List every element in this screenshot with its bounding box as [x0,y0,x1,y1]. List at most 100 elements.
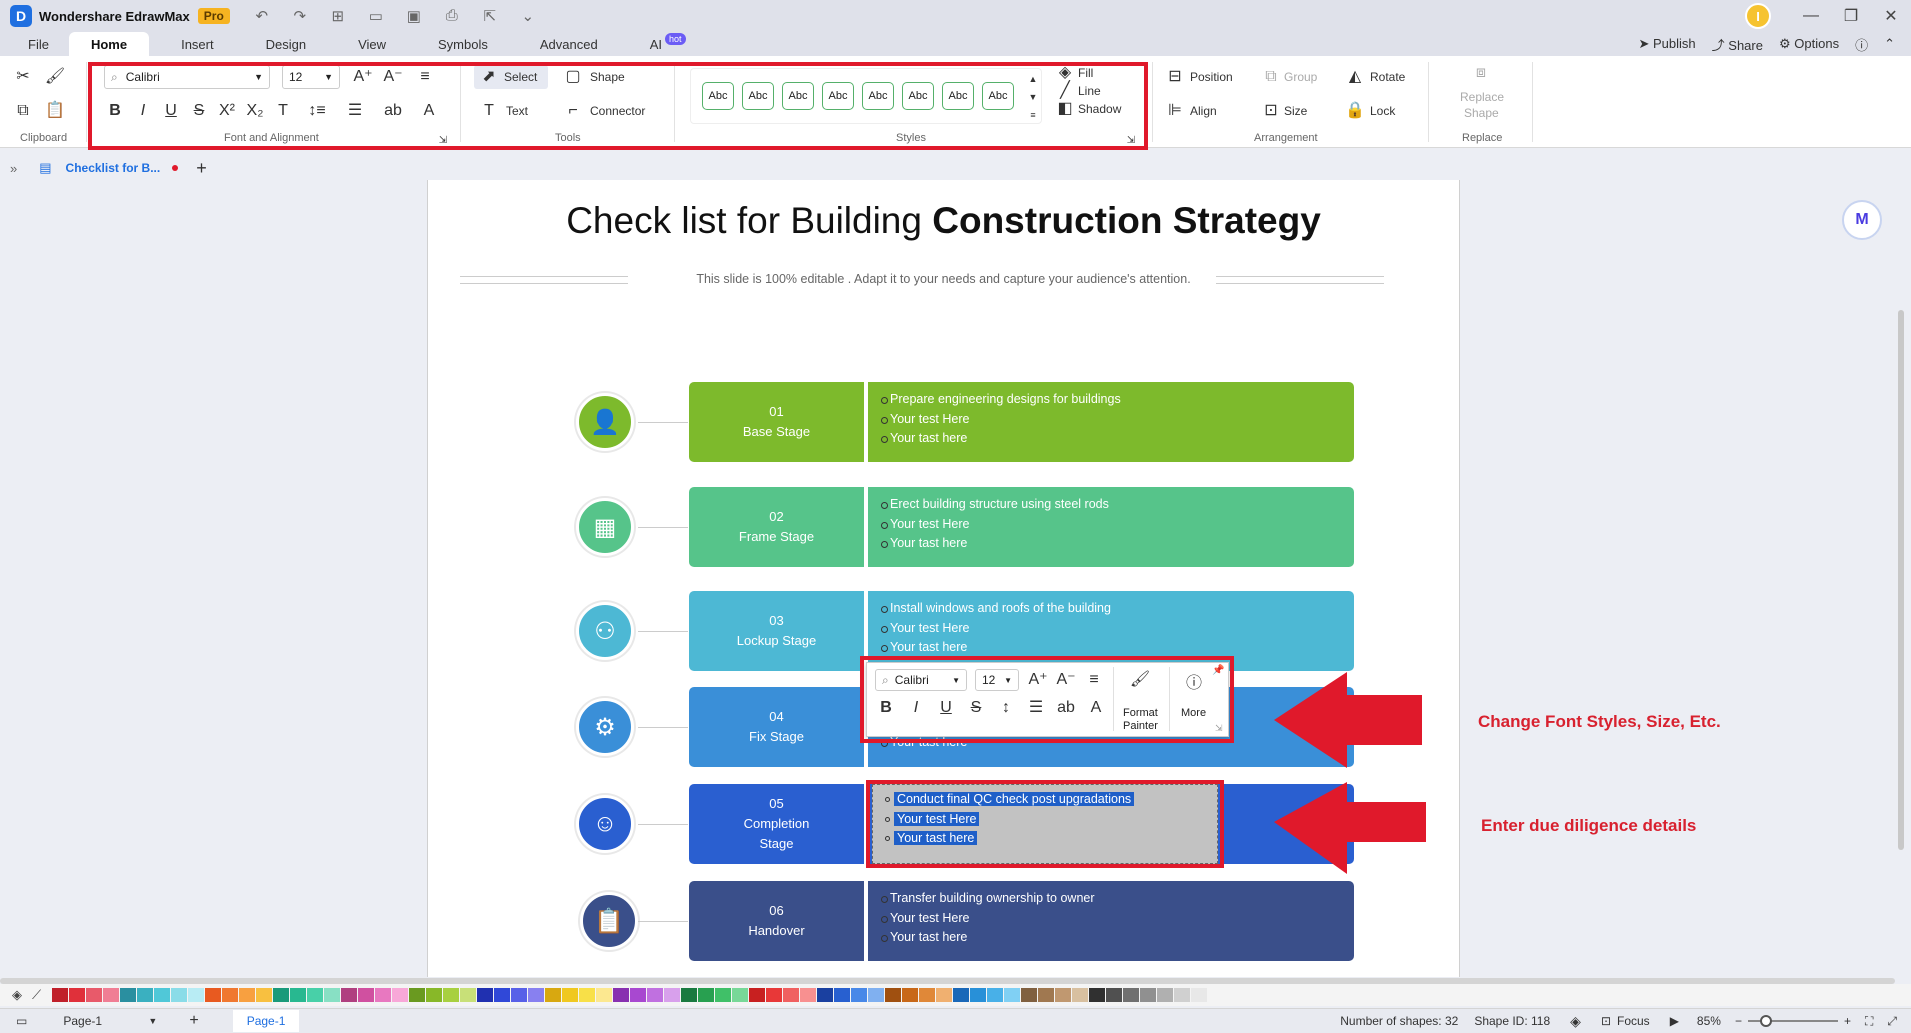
copy-icon[interactable]: ⧉ [12,100,34,122]
customize-quick-access-icon[interactable]: ⌄ [518,7,538,25]
tab-insert[interactable]: Insert [161,32,234,56]
color-swatch[interactable] [970,988,986,1002]
color-swatch[interactable] [205,988,221,1002]
position-icon[interactable]: ⊟ [1164,66,1186,88]
align-label[interactable]: Align [1190,104,1217,118]
color-swatch[interactable] [749,988,765,1002]
tab-design[interactable]: Design [246,32,326,56]
color-swatch[interactable] [307,988,323,1002]
tab-symbols[interactable]: Symbols [418,32,508,56]
color-swatch[interactable] [477,988,493,1002]
restore-icon[interactable]: ❐ [1831,6,1871,26]
color-swatch[interactable] [137,988,153,1002]
color-swatch[interactable] [528,988,544,1002]
blueprint-icon[interactable]: ▦ [576,498,634,556]
group-icon[interactable]: ⧉ [1260,66,1282,88]
stage-details-box[interactable]: Erect building structure using steel rod… [866,487,1354,567]
slide-title[interactable]: Check list for Building Construction Str… [428,200,1459,242]
color-swatch[interactable] [1004,988,1020,1002]
share-button[interactable]: ⤴ Share [1712,35,1763,54]
color-swatch[interactable] [800,988,816,1002]
cut-icon[interactable]: ✂ [12,66,34,88]
color-swatch[interactable] [1140,988,1156,1002]
collapse-ribbon-icon[interactable]: ⌃ [1884,36,1895,52]
color-swatch[interactable] [919,988,935,1002]
paste-icon[interactable]: 📋 [44,100,66,122]
color-swatch[interactable] [868,988,884,1002]
rotate-label[interactable]: Rotate [1370,70,1405,84]
color-swatch[interactable] [1021,988,1037,1002]
stage-label-box[interactable]: 05 Completion Stage [689,784,864,864]
export-icon[interactable]: ⇱ [480,7,500,25]
color-swatch[interactable] [375,988,391,1002]
ai-assistant-icon[interactable]: M [1842,200,1882,240]
expand-panel-icon[interactable]: » [10,161,17,176]
tab-file[interactable]: File [20,32,57,56]
color-swatch[interactable] [613,988,629,1002]
color-swatch[interactable] [715,988,731,1002]
stage-details-box[interactable]: Prepare engineering designs for building… [866,382,1354,462]
color-swatch[interactable] [494,988,510,1002]
color-swatch[interactable] [664,988,680,1002]
tab-advanced[interactable]: Advanced [520,32,618,56]
tab-view[interactable]: View [338,32,406,56]
tab-home[interactable]: Home [68,32,150,56]
color-swatch[interactable] [1157,988,1173,1002]
color-swatch[interactable] [460,988,476,1002]
color-swatch[interactable] [1038,988,1054,1002]
format-painter-icon[interactable]: 🖌 [44,66,66,88]
color-swatch[interactable] [273,988,289,1002]
size-label[interactable]: Size [1284,104,1307,118]
zoom-level[interactable]: 85% [1697,1014,1721,1028]
color-swatch[interactable] [256,988,272,1002]
color-swatch[interactable] [851,988,867,1002]
color-swatch[interactable] [358,988,374,1002]
new-file-icon[interactable]: ⊞ [328,7,348,25]
undo-icon[interactable]: ↶ [252,7,272,25]
color-swatch[interactable] [409,988,425,1002]
user-avatar[interactable]: I [1745,3,1771,29]
color-swatch[interactable] [1072,988,1088,1002]
replace-shape-label[interactable]: Replace [1460,90,1504,104]
color-swatch[interactable] [324,988,340,1002]
color-swatch[interactable] [171,988,187,1002]
align-objects-icon[interactable]: ⊫ [1164,100,1186,122]
color-swatch[interactable] [239,988,255,1002]
lock-label[interactable]: Lock [1370,104,1395,118]
color-swatch[interactable] [392,988,408,1002]
person-checklist-icon[interactable]: 👤 [576,393,634,451]
color-swatch[interactable] [987,988,1003,1002]
stage-label-box[interactable]: 02 Frame Stage [689,487,864,567]
color-swatch[interactable] [562,988,578,1002]
page-tab[interactable]: Page-1 [232,1010,300,1032]
rotate-icon[interactable]: ◭ [1344,66,1366,88]
print-icon[interactable]: ⎙ [442,7,462,25]
fit-page-icon[interactable]: ⛶ [1865,1014,1873,1029]
zoom-slider-thumb[interactable] [1759,1015,1772,1027]
color-swatch[interactable] [443,988,459,1002]
zoom-slider[interactable] [1747,1015,1838,1027]
stage-label-box[interactable]: 04 Fix Stage [689,687,864,767]
help-icon[interactable]: ⓘ [1855,35,1868,54]
color-swatch[interactable] [953,988,969,1002]
zoom-in-icon[interactable]: + [1844,1014,1851,1028]
slide-subtitle[interactable]: This slide is 100% editable . Adapt it t… [428,272,1459,286]
color-swatch[interactable] [902,988,918,1002]
color-swatch[interactable] [545,988,561,1002]
new-tab-icon[interactable]: + [196,158,207,179]
color-swatch[interactable] [630,988,646,1002]
color-swatch[interactable] [579,988,595,1002]
color-swatch[interactable] [817,988,833,1002]
color-swatch[interactable] [766,988,782,1002]
color-swatch[interactable] [732,988,748,1002]
add-page-icon[interactable]: + [189,1012,198,1030]
color-swatch[interactable] [936,988,952,1002]
tab-ai[interactable]: AI hot [630,32,706,56]
color-swatch[interactable] [1106,988,1122,1002]
stage-details-box[interactable]: Transfer building ownership to owner Your… [866,881,1354,961]
replace-shape-icon[interactable]: ⧈ [1470,62,1492,84]
color-swatch[interactable] [52,988,68,1002]
color-swatch[interactable] [290,988,306,1002]
clipboard-icon[interactable]: 📋 [580,892,638,950]
color-swatch[interactable] [426,988,442,1002]
